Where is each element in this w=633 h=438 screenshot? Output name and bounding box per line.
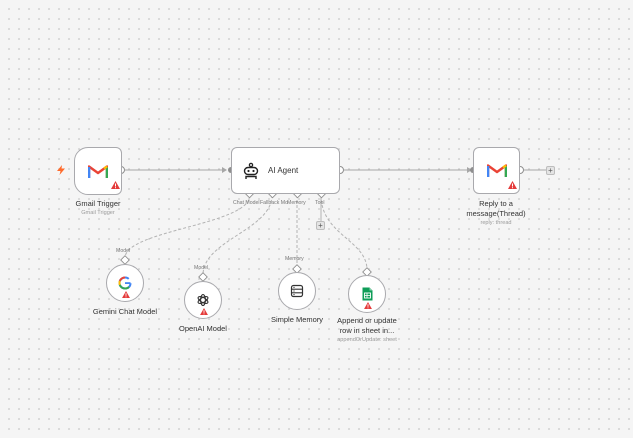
google-sheets-name: Append or update row in sheet in... [322,316,412,335]
sheets-name-line2: row in sheet in... [339,325,395,335]
gemini-chat-model-node[interactable] [106,264,144,302]
gemini-connector-label: Model [116,248,131,254]
robot-icon [243,162,259,179]
gemini-output-port [120,255,130,265]
add-tool-button[interactable]: + [316,221,325,230]
google-g-icon [118,276,132,290]
agent-input-label-chat-model: Chat Model [233,200,260,206]
openai-connector-label: Model [194,265,209,271]
edge-gemini [124,194,251,259]
agent-input-label-fallback: Fallback Mo [260,200,288,206]
openai-icon [197,293,209,307]
gmail-trigger-subtitle: Gmail Trigger [81,210,115,216]
openai-model-node[interactable] [184,281,222,319]
database-icon [290,284,304,298]
warning-icon [200,308,208,315]
gmail-trigger-name: Gmail Trigger [75,199,121,208]
google-sheets-icon [362,287,372,301]
agent-input-label-tool: Tool [315,200,325,206]
google-sheets-subtitle: appendOrUpdate: sheet [337,337,397,343]
connections-layer [117,166,546,282]
warning-icon [111,181,120,189]
simple-memory-node[interactable] [278,272,316,310]
reply-name-line2: message(Thread) [466,208,526,218]
reply-message-name: Reply to a message(Thread) [451,199,541,218]
edge-arrow-agent [222,167,227,173]
gmail-trigger-node[interactable] [74,147,122,195]
warning-icon [508,181,517,189]
gmail-icon [88,164,108,178]
warning-icon [364,302,372,309]
memory-connector-label: Memory [285,256,304,262]
trigger-bolt-icon [57,165,65,175]
ai-agent-node[interactable]: AI Agent [231,147,340,194]
reply-name-line1: Reply to a [479,199,513,208]
reply-message-node[interactable] [473,147,520,194]
agent-input-label-memory: Memory [287,200,306,206]
warning-icon [122,291,130,298]
sheets-name-line1: Append or update [337,316,397,325]
ai-agent-name: AI Agent [268,166,299,175]
add-node-button[interactable]: + [546,166,555,175]
reply-message-subtitle: reply: thread [480,220,512,226]
google-sheets-node[interactable] [348,275,386,313]
edge-openai [202,194,273,276]
edge-sheets [320,194,368,271]
gmail-icon [486,164,507,177]
gemini-chat-model-name: Gemini Chat Model [92,307,158,316]
openai-output-port [198,272,208,282]
openai-model-name: OpenAI Model [179,324,227,333]
